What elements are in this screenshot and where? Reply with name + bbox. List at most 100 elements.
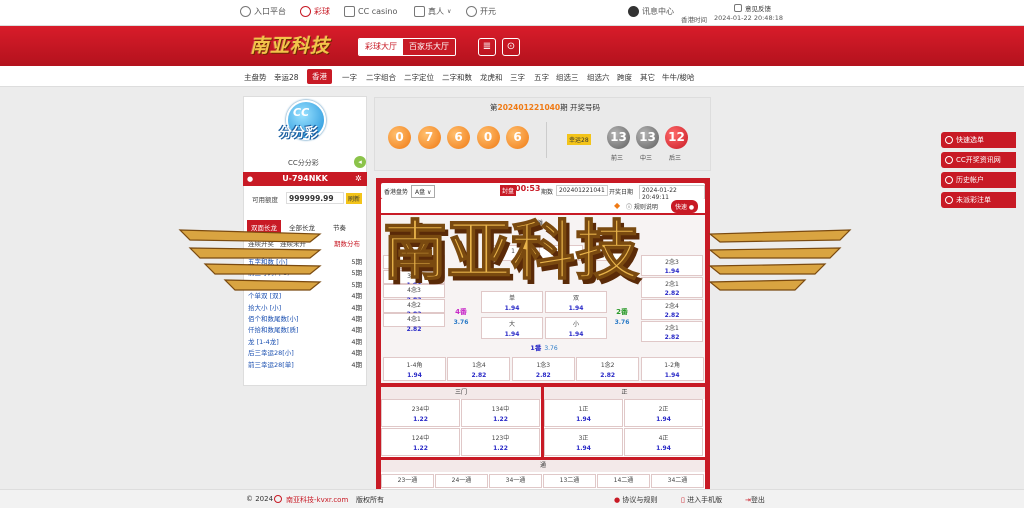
feedback-link[interactable]: 意见反馈 bbox=[734, 3, 771, 13]
nav-item-span[interactable]: 跨度 bbox=[617, 72, 632, 83]
nav-item-two-combo[interactable]: 二字组合 bbox=[366, 72, 396, 83]
fan-left-cell[interactable]: 4念1 2.82 bbox=[383, 313, 445, 333]
sum-ball: 12 bbox=[665, 126, 688, 149]
big-bet-cell[interactable]: 大 1.94 bbox=[481, 317, 543, 339]
zheng-cell[interactable]: 2正 1.94 bbox=[624, 399, 703, 427]
draw-ball: 0 bbox=[388, 126, 411, 149]
fan-bottom-cell[interactable]: 1念2 2.82 bbox=[576, 357, 640, 381]
nav-live[interactable]: 真人 ∨ bbox=[414, 6, 451, 17]
nav-cc-casino[interactable]: CC casino bbox=[344, 6, 397, 17]
document-icon[interactable]: ≣ bbox=[478, 38, 496, 56]
nav-item-group6[interactable]: 组选六 bbox=[587, 72, 610, 83]
fan-bottom-cell[interactable]: 1念3 2.82 bbox=[511, 357, 575, 381]
cell-odds: 1.94 bbox=[656, 444, 671, 452]
sound-icon[interactable]: ◂ bbox=[354, 156, 366, 168]
nav-lottery[interactable]: 彩球 bbox=[300, 6, 330, 17]
three-gate-cell[interactable]: 234中 1.22 bbox=[381, 399, 460, 427]
tong-cell[interactable]: 34二通 bbox=[651, 474, 704, 488]
tong-cell[interactable]: 34一通 bbox=[489, 474, 542, 488]
nav-item-two-pos[interactable]: 二字定位 bbox=[404, 72, 434, 83]
sum-ball: 13 bbox=[607, 126, 630, 149]
cell-label: 2念1 bbox=[665, 324, 679, 332]
three-gate-cell[interactable]: 123中 1.22 bbox=[461, 428, 540, 456]
nav-item-lucky28[interactable]: 幸运28 bbox=[274, 72, 299, 83]
streak-label: 佰个和数尾数[小] bbox=[248, 315, 299, 323]
cell-odds: 1.22 bbox=[413, 415, 428, 423]
streak-row: 佰个和数尾数[小] 4期 bbox=[248, 313, 362, 324]
cell-odds: 2.82 bbox=[406, 325, 422, 333]
three-gate-cells: 234中 1.22 134中 1.22 124中 1.22 123中 1.22 bbox=[381, 399, 541, 457]
tong-cell[interactable]: 24一通 bbox=[435, 474, 488, 488]
history-account-button[interactable]: 历史帐户 bbox=[941, 172, 1016, 188]
small-bet-cell[interactable]: 小 1.94 bbox=[545, 317, 607, 339]
cell-label: 134中 bbox=[491, 406, 510, 413]
three-gate-title: 三门 bbox=[381, 387, 541, 399]
fan-4-odds: 3.76 bbox=[453, 319, 469, 327]
fan-1-cell[interactable]: 1番 3.76 bbox=[511, 343, 577, 355]
tong-cells: 23一通 24一通 34一通 13二通 14二通 34二通 bbox=[381, 474, 705, 488]
tong-cell[interactable]: 14二通 bbox=[597, 474, 650, 488]
nav-item-dragon-tiger[interactable]: 龙虎和 bbox=[480, 72, 503, 83]
zheng-title: 正 bbox=[544, 387, 705, 399]
tong-cell[interactable]: 23一通 bbox=[381, 474, 434, 488]
three-gate-cell[interactable]: 124中 1.22 bbox=[381, 428, 460, 456]
sum-label: 前三 bbox=[611, 155, 624, 162]
tong-cell[interactable]: 13二通 bbox=[543, 474, 596, 488]
baccarat-hall-button[interactable]: 百家乐大厅 bbox=[403, 39, 455, 55]
zheng-cell[interactable]: 1正 1.94 bbox=[544, 399, 623, 427]
mode-select[interactable]: A盘 ∨ bbox=[411, 185, 436, 198]
draw-balls: 07606 bbox=[388, 126, 538, 152]
mobile-link[interactable]: ▯ 进入手机版 bbox=[681, 495, 722, 505]
logout-link[interactable]: ⇥登出 bbox=[745, 495, 765, 505]
nav-item-two-sum[interactable]: 二字和数 bbox=[442, 72, 472, 83]
three-gate-cell[interactable]: 134中 1.22 bbox=[461, 399, 540, 427]
cell-label: 1念2 bbox=[600, 362, 615, 369]
settings-icon[interactable]: ⊙ bbox=[502, 38, 520, 56]
zheng-cell[interactable]: 3正 1.94 bbox=[544, 428, 623, 456]
user-header: ● U-794NKK ✲ bbox=[243, 172, 367, 186]
gear-icon[interactable]: ✲ bbox=[355, 172, 362, 186]
nav-item-five[interactable]: 五字 bbox=[534, 72, 549, 83]
nav-item-hongkong[interactable]: 香港 bbox=[307, 69, 332, 84]
quick-menu-button[interactable]: 快速选单 bbox=[941, 132, 1016, 148]
terms-link[interactable]: ● 协议与规则 bbox=[614, 495, 657, 505]
brand-logo[interactable]: 南亚科技 bbox=[250, 31, 354, 61]
house-icon bbox=[240, 6, 251, 17]
fan-right-cell[interactable]: 2念1 2.82 bbox=[641, 321, 703, 342]
game-nav: 主盘势 幸运28 香港 一字 二字组合 二字定位 二字和数 龙虎和 三字 五字 … bbox=[0, 66, 1024, 87]
unsettled-bets-button[interactable]: 未派彩注单 bbox=[941, 192, 1016, 208]
lucky28-badge: 幸运28 bbox=[567, 134, 591, 145]
nav-entry-platform[interactable]: 入口平台 bbox=[240, 6, 286, 17]
cell-odds: 1.94 bbox=[504, 330, 520, 338]
cell-label: 124中 bbox=[411, 435, 430, 442]
cell-odds: 1.94 bbox=[576, 415, 591, 423]
cell-odds: 1.94 bbox=[664, 371, 680, 379]
cell-label: 4念1 bbox=[407, 316, 421, 323]
live-icon bbox=[414, 6, 425, 17]
nav-item-one[interactable]: 一字 bbox=[342, 72, 357, 83]
nav-item-main[interactable]: 主盘势 bbox=[244, 72, 267, 83]
streak-row: 后三幸运28[小] 4期 bbox=[248, 347, 362, 358]
message-center-link[interactable]: 讯息中心 bbox=[628, 6, 674, 17]
nav-item-other[interactable]: 其它 bbox=[640, 72, 655, 83]
cc-mark: CC bbox=[293, 106, 310, 119]
lottery-hall-button[interactable]: 彩球大厅 bbox=[359, 39, 403, 55]
nav-item-three[interactable]: 三字 bbox=[510, 72, 525, 83]
cell-odds: 1.94 bbox=[656, 415, 671, 423]
nav-item-niuniu[interactable]: 牛牛/梭哈 bbox=[662, 72, 695, 83]
fan-bottom-cell[interactable]: 1-4角 1.94 bbox=[383, 357, 446, 381]
sum-label: 后三 bbox=[669, 155, 682, 162]
cell-label: 4正 bbox=[658, 435, 669, 442]
cell-odds: 1.22 bbox=[493, 415, 508, 423]
streak-row: 龙 [1-4龙] 4期 bbox=[248, 336, 362, 347]
cc-info-button[interactable]: CC开奖资讯网 bbox=[941, 152, 1016, 168]
nav-kaiyuan[interactable]: 开元 bbox=[466, 6, 496, 17]
fan-bottom-cell[interactable]: 1-2角 1.94 bbox=[640, 357, 704, 381]
fan-bottom-cell[interactable]: 1念4 2.82 bbox=[447, 357, 511, 381]
site-name[interactable]: 南亚科技-kvxr.com bbox=[286, 495, 348, 505]
bet-period: 202401221041 bbox=[556, 185, 608, 196]
streak-value: 4期 bbox=[351, 349, 362, 358]
nav-item-group3[interactable]: 组选三 bbox=[556, 72, 579, 83]
clock-icon bbox=[945, 136, 953, 144]
zheng-cell[interactable]: 4正 1.94 bbox=[624, 428, 703, 456]
